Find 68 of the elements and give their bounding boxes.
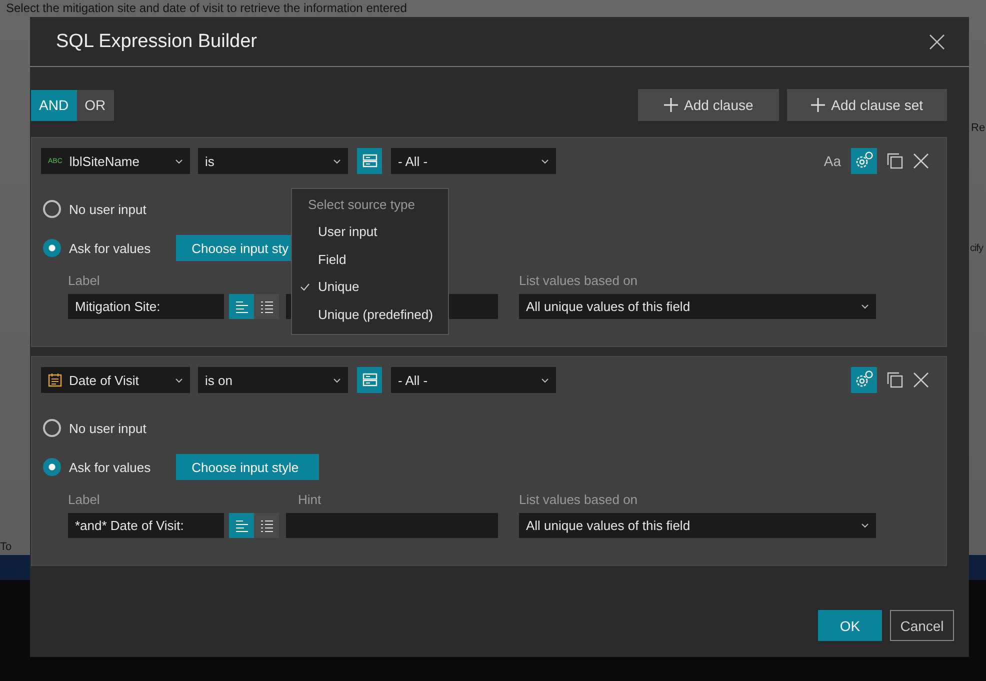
- settings-button[interactable]: [851, 367, 877, 393]
- menu-item[interactable]: Unique: [292, 273, 448, 300]
- radio-button[interactable]: [43, 419, 61, 437]
- value-select[interactable]: - All -: [391, 148, 556, 174]
- operator-select[interactable]: is: [198, 148, 348, 174]
- radio-button[interactable]: [43, 200, 61, 218]
- background-text: To: [0, 541, 12, 553]
- radio-button[interactable]: [43, 458, 61, 476]
- label-caption: Label: [68, 492, 101, 507]
- dialog-title: SQL Expression Builder: [56, 30, 258, 52]
- choose-input-style-button[interactable]: Choose input style: [176, 454, 319, 480]
- chevron-icon: [175, 378, 183, 382]
- source-type-icon: [362, 372, 378, 388]
- radio-label: Ask for values: [69, 240, 151, 256]
- align-toggle[interactable]: [229, 513, 254, 538]
- operator-select[interactable]: is on: [198, 367, 348, 393]
- plus-icon: [664, 98, 678, 112]
- case-sensitive-button[interactable]: Aa: [824, 153, 841, 169]
- label-input[interactable]: Mitigation Site:: [68, 294, 224, 319]
- list-toggle[interactable]: [254, 294, 279, 319]
- delete-icon[interactable]: [913, 153, 929, 169]
- align-left-icon: [234, 300, 248, 312]
- list-values-select[interactable]: All unique values of this field: [519, 294, 876, 319]
- chevron-icon: [175, 158, 183, 164]
- hint-caption: Hint: [298, 492, 322, 507]
- radio-label: No user input: [69, 202, 146, 216]
- menu-title: Select source type: [307, 197, 416, 212]
- add-button[interactable]: Add clause: [638, 89, 780, 121]
- ok-button[interactable]: OK: [818, 610, 882, 641]
- source-type-button[interactable]: [357, 148, 382, 174]
- add-button[interactable]: Add clause set: [787, 89, 947, 121]
- close-icon[interactable]: [929, 34, 945, 50]
- value-select[interactable]: - All -: [391, 367, 556, 393]
- hint-input[interactable]: [286, 513, 498, 538]
- background-text: Re: [971, 122, 986, 134]
- chevron-icon: [333, 378, 341, 382]
- source-type-button[interactable]: [357, 367, 382, 393]
- menu-item[interactable]: Unique (predefined): [292, 300, 448, 328]
- list-icon: [260, 520, 274, 532]
- background-text: cify: [970, 243, 983, 254]
- cancel-button[interactable]: Cancel: [890, 610, 954, 641]
- field-select[interactable]: Date of Visit: [41, 367, 190, 393]
- source-type-icon: [362, 153, 378, 169]
- radio-button[interactable]: [43, 239, 61, 257]
- label-input[interactable]: *and* Date of Visit:: [68, 513, 224, 538]
- delete-icon[interactable]: [913, 372, 929, 388]
- list-caption: List values based on: [519, 492, 639, 507]
- align-left-icon: [234, 520, 248, 532]
- list-values-select[interactable]: All unique values of this field: [519, 513, 876, 538]
- align-toggle[interactable]: [229, 294, 254, 319]
- radio-label: No user input: [69, 420, 146, 436]
- chevron-icon: [861, 523, 869, 528]
- calendar-icon: [48, 373, 62, 387]
- duplicate-icon[interactable]: [887, 153, 903, 169]
- settings-button[interactable]: [851, 148, 877, 174]
- radio-label: Ask for values: [69, 460, 151, 474]
- chevron-icon: [541, 378, 549, 382]
- chevron-icon: [861, 304, 869, 309]
- list-toggle[interactable]: [254, 513, 279, 538]
- instruction-text: Select the mitigation site and date of visit to retrieve the information entered: [6, 1, 407, 15]
- chevron-icon: [541, 158, 549, 164]
- list-icon: [260, 300, 274, 312]
- label-caption: Label: [68, 273, 101, 288]
- logic-tab[interactable]: AND: [31, 90, 77, 120]
- chevron-icon: [333, 158, 341, 164]
- duplicate-icon[interactable]: [887, 372, 903, 388]
- plus-icon: [811, 98, 826, 112]
- list-caption: List values based on: [519, 273, 639, 288]
